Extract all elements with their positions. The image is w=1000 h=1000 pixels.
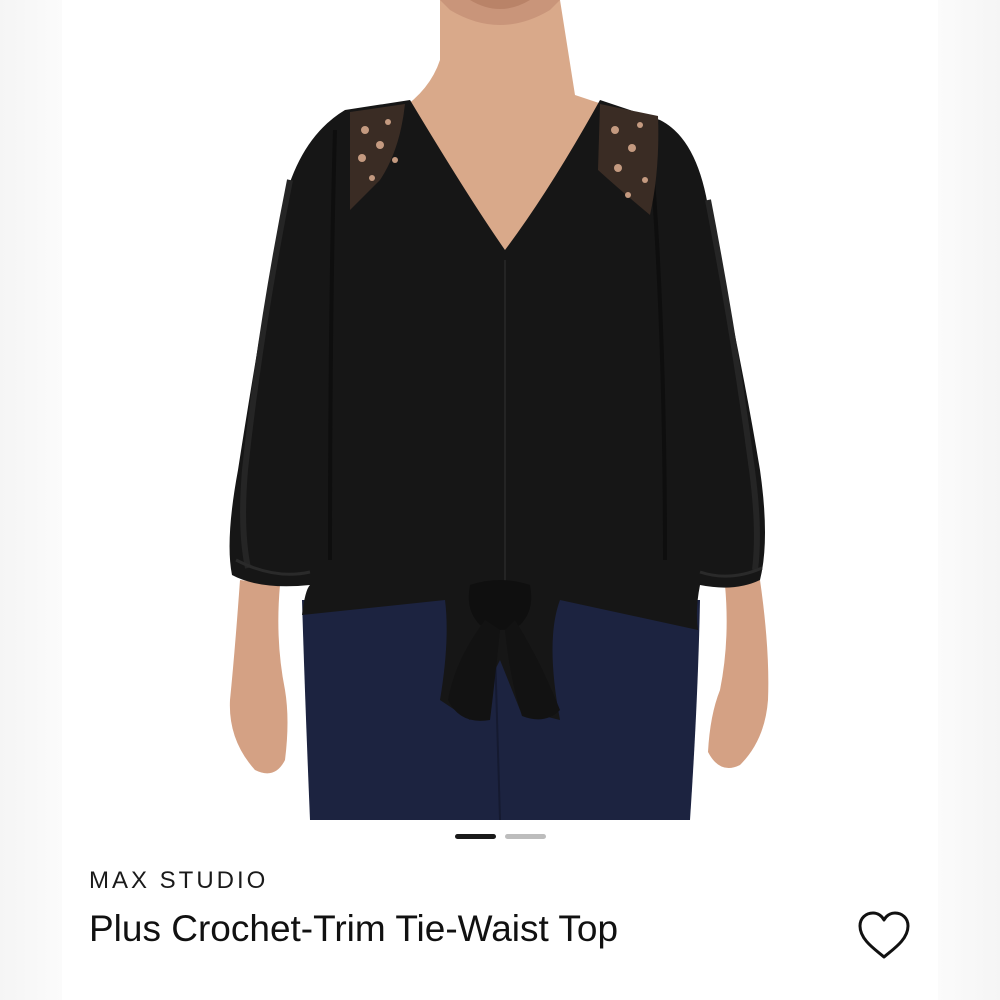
product-image[interactable] [62,0,938,820]
heart-outline-icon [858,911,910,959]
carousel-dot-1[interactable] [454,834,496,839]
carousel-dot-2[interactable] [504,834,546,839]
favorite-button[interactable] [856,910,912,962]
left-edge [0,0,62,1000]
carousel-indicator[interactable] [0,834,1000,840]
product-detail-screen: MAX STUDIO Plus Crochet-Trim Tie-Waist T… [0,0,1000,1000]
product-brand[interactable]: MAX STUDIO [89,867,268,895]
product-title: Plus Crochet-Trim Tie-Waist Top [89,908,619,949]
right-edge [938,0,1000,1000]
